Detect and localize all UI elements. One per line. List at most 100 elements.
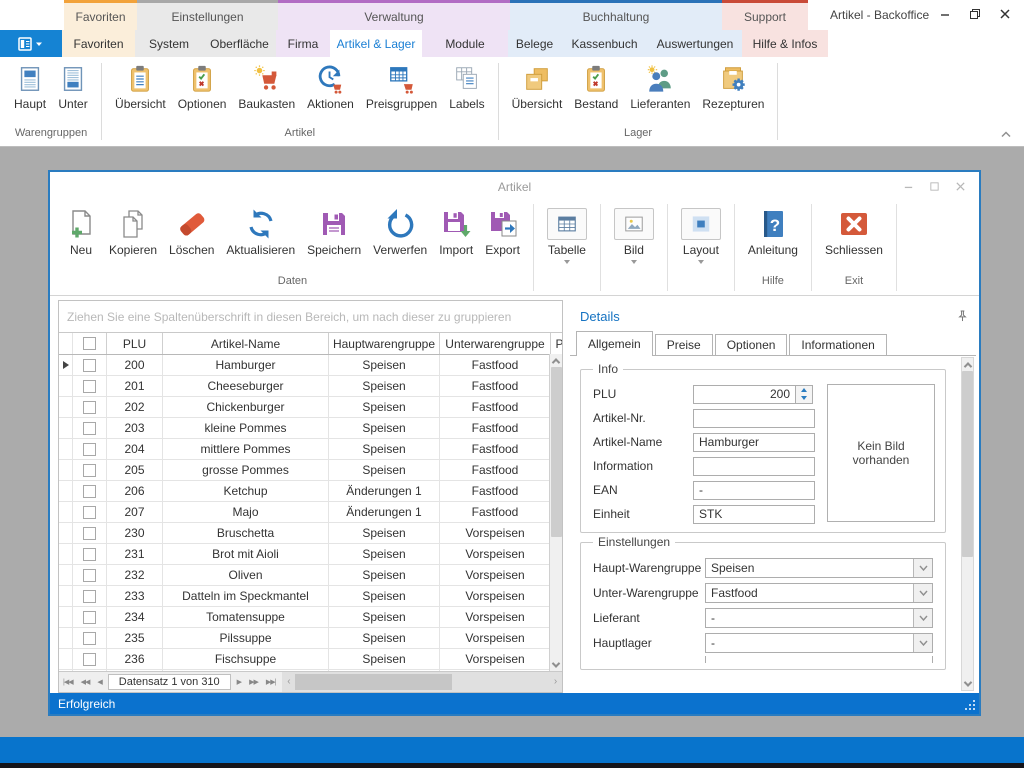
scroll-right-icon[interactable]: › bbox=[549, 672, 562, 692]
ribbon-button-rezepturen[interactable]: Rezepturen bbox=[696, 64, 770, 111]
details-tab-preise[interactable]: Preise bbox=[655, 334, 713, 355]
toolbar-button-import[interactable]: Import bbox=[433, 208, 479, 257]
toolbar-button-export[interactable]: Export bbox=[479, 208, 526, 257]
tab-oberfläche[interactable]: Oberfläche bbox=[203, 30, 276, 57]
nav-prev-page-button[interactable]: ◀◀ bbox=[77, 678, 94, 686]
lieferant-dropdown[interactable]: - bbox=[705, 608, 933, 628]
row-checkbox[interactable] bbox=[83, 485, 96, 498]
spin-up-icon[interactable] bbox=[796, 386, 812, 395]
ribbon-button-aktionen[interactable]: Aktionen bbox=[301, 64, 360, 111]
scrollbar-thumb[interactable] bbox=[551, 367, 562, 537]
ribbon-button-baukasten[interactable]: Baukasten bbox=[232, 64, 301, 111]
row-checkbox[interactable] bbox=[83, 506, 96, 519]
row-checkbox-cell[interactable] bbox=[73, 649, 107, 669]
artikel-name-input[interactable]: Hamburger bbox=[693, 433, 815, 452]
toolbar-button-tabelle[interactable]: Tabelle bbox=[541, 208, 593, 264]
tab-firma[interactable]: Firma bbox=[276, 30, 330, 57]
table-row[interactable]: 233Datteln im SpeckmantelSpeisenVorspeis… bbox=[59, 586, 562, 607]
grid-horizontal-scrollbar[interactable]: ‹› bbox=[282, 672, 562, 692]
row-checkbox[interactable] bbox=[83, 380, 96, 393]
row-checkbox[interactable] bbox=[83, 632, 96, 645]
plu-spinner[interactable] bbox=[796, 385, 813, 404]
ribbon-button-übersicht[interactable]: Übersicht bbox=[506, 64, 569, 111]
ribbon-button-preisgruppen[interactable]: Preisgruppen bbox=[360, 64, 443, 111]
table-row[interactable]: 202ChickenburgerSpeisenFastfood bbox=[59, 397, 562, 418]
table-row[interactable]: 230BruschettaSpeisenVorspeisen bbox=[59, 523, 562, 544]
grid-header-checkbox-cell[interactable] bbox=[73, 333, 107, 354]
nav-first-button[interactable]: |◀◀ bbox=[59, 678, 77, 686]
haupt-warengruppe-dropdown[interactable]: Speisen bbox=[705, 558, 933, 578]
chevron-down-icon[interactable] bbox=[913, 584, 932, 602]
scroll-up-icon[interactable] bbox=[962, 358, 973, 371]
partial-dropdown[interactable] bbox=[705, 656, 933, 663]
resize-grip[interactable] bbox=[973, 708, 975, 710]
close-icon[interactable] bbox=[990, 1, 1020, 27]
spin-down-icon[interactable] bbox=[796, 394, 812, 403]
maximize-icon[interactable] bbox=[921, 177, 947, 195]
row-checkbox-cell[interactable] bbox=[73, 502, 107, 522]
table-row[interactable]: 201CheeseburgerSpeisenFastfood bbox=[59, 376, 562, 397]
ean-input[interactable]: - bbox=[693, 481, 815, 500]
scrollbar-thumb[interactable] bbox=[962, 371, 973, 557]
ribbon-button-haupt[interactable]: Haupt bbox=[8, 64, 52, 111]
ribbon-button-unter[interactable]: Unter bbox=[52, 64, 94, 111]
close-icon[interactable] bbox=[947, 177, 973, 195]
row-checkbox-cell[interactable] bbox=[73, 565, 107, 585]
scroll-down-icon[interactable] bbox=[962, 677, 973, 690]
row-checkbox-cell[interactable] bbox=[73, 523, 107, 543]
row-checkbox[interactable] bbox=[83, 443, 96, 456]
table-row[interactable]: 203kleine PommesSpeisenFastfood bbox=[59, 418, 562, 439]
row-checkbox-cell[interactable] bbox=[73, 355, 107, 375]
grid-vertical-scrollbar[interactable] bbox=[549, 354, 562, 671]
row-checkbox-cell[interactable] bbox=[73, 607, 107, 627]
details-vertical-scrollbar[interactable] bbox=[961, 357, 974, 691]
toolbar-button-layout[interactable]: Layout bbox=[675, 208, 727, 264]
row-checkbox[interactable] bbox=[83, 653, 96, 666]
scroll-left-icon[interactable]: ‹ bbox=[282, 672, 295, 692]
tab-system[interactable]: System bbox=[135, 30, 203, 57]
chevron-down-icon[interactable] bbox=[913, 634, 932, 652]
row-checkbox-cell[interactable] bbox=[73, 439, 107, 459]
row-checkbox[interactable] bbox=[83, 590, 96, 603]
table-row[interactable]: 235PilssuppeSpeisenVorspeisen bbox=[59, 628, 562, 649]
information-input[interactable] bbox=[693, 457, 815, 476]
row-checkbox-cell[interactable] bbox=[73, 376, 107, 396]
table-row[interactable]: 232OlivenSpeisenVorspeisen bbox=[59, 565, 562, 586]
ribbon-button-optionen[interactable]: Optionen bbox=[172, 64, 233, 111]
details-tab-informationen[interactable]: Informationen bbox=[789, 334, 886, 355]
table-row[interactable]: 204mittlere PommesSpeisenFastfood bbox=[59, 439, 562, 460]
select-all-checkbox[interactable] bbox=[83, 337, 96, 350]
app-menu-button[interactable] bbox=[0, 30, 62, 57]
row-checkbox[interactable] bbox=[83, 422, 96, 435]
group-by-panel[interactable]: Ziehen Sie eine Spaltenüberschrift in di… bbox=[59, 301, 562, 333]
row-checkbox[interactable] bbox=[83, 611, 96, 624]
minimize-icon[interactable] bbox=[930, 1, 960, 27]
column-header-plu[interactable]: PLU bbox=[107, 333, 163, 354]
row-checkbox[interactable] bbox=[83, 569, 96, 582]
row-checkbox-cell[interactable] bbox=[73, 628, 107, 648]
artikel-nr-input[interactable] bbox=[693, 409, 815, 428]
row-checkbox-cell[interactable] bbox=[73, 481, 107, 501]
hauptlager-dropdown[interactable]: - bbox=[705, 633, 933, 653]
details-tab-allgemein[interactable]: Allgemein bbox=[576, 331, 653, 356]
chevron-down-icon[interactable] bbox=[913, 609, 932, 627]
toolbar-button-neu[interactable]: Neu bbox=[59, 208, 103, 257]
column-header-artikel-name[interactable]: Artikel-Name bbox=[163, 333, 329, 354]
row-checkbox-cell[interactable] bbox=[73, 460, 107, 480]
nav-next-button[interactable]: ▶ bbox=[233, 678, 245, 686]
row-checkbox[interactable] bbox=[83, 464, 96, 477]
toolbar-button-löschen[interactable]: Löschen bbox=[163, 208, 220, 257]
column-header-hauptwarengruppe[interactable]: Hauptwarengruppe bbox=[329, 333, 440, 354]
tab-module[interactable]: Module bbox=[422, 30, 508, 57]
details-tab-optionen[interactable]: Optionen bbox=[715, 334, 788, 355]
table-row[interactable]: 231Brot mit AioliSpeisenVorspeisen bbox=[59, 544, 562, 565]
scroll-down-icon[interactable] bbox=[550, 658, 562, 671]
tab-belege[interactable]: Belege bbox=[508, 30, 561, 57]
scroll-up-icon[interactable] bbox=[550, 354, 562, 367]
restore-icon[interactable] bbox=[960, 1, 990, 27]
toolbar-button-aktualisieren[interactable]: Aktualisieren bbox=[220, 208, 301, 257]
ribbon-button-bestand[interactable]: Bestand bbox=[568, 64, 624, 111]
column-header-pr[interactable]: Pr bbox=[551, 333, 562, 354]
toolbar-button-bild[interactable]: Bild bbox=[608, 208, 660, 264]
nav-prev-button[interactable]: ◀ bbox=[93, 678, 105, 686]
